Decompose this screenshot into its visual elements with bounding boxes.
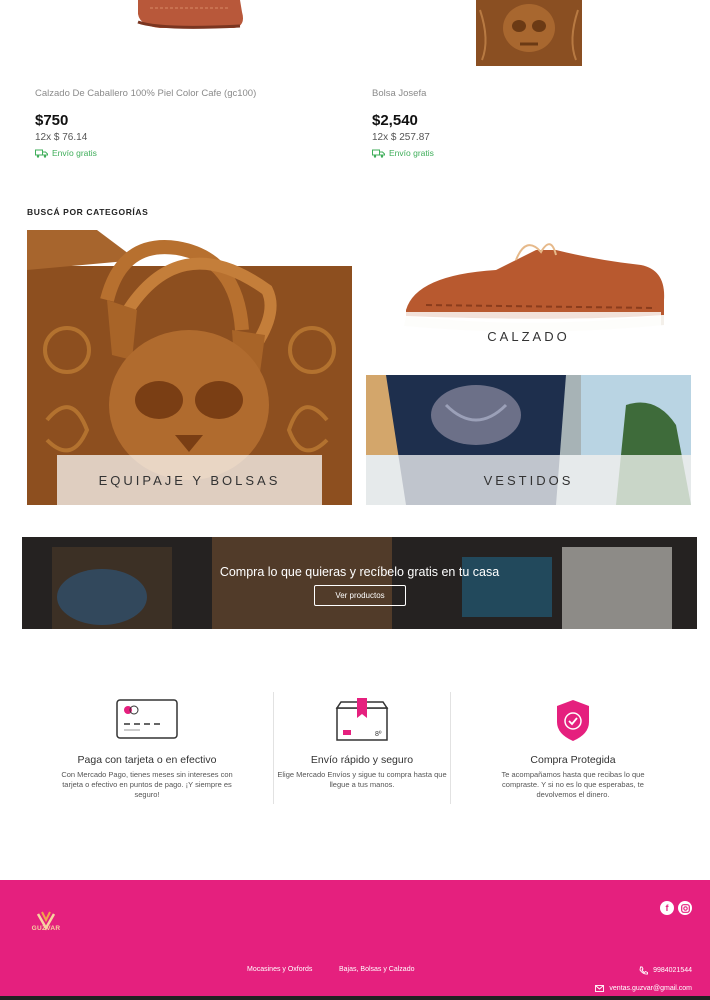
view-products-button[interactable]: Ver productos xyxy=(314,585,406,606)
category-card-equipaje-bolsas[interactable]: EQUIPAJE Y BOLSAS xyxy=(27,230,352,505)
free-shipping-badge: Envío gratis xyxy=(372,148,434,158)
promo-text: Compra lo que quieras y recíbelo gratis … xyxy=(219,565,500,579)
footer-email[interactable]: ventas.guzvar@gmail.com xyxy=(595,984,692,993)
benefit-protection: Compra Protegida Te acompañamos hasta qu… xyxy=(478,690,668,800)
benefit-description: Elige Mercado Envíos y sigue tu compra h… xyxy=(277,770,447,789)
product-strip: Calzado De Caballero 100% Piel Color Caf… xyxy=(0,0,710,190)
footer-link-bolsas-calzado[interactable]: Bajas, Bolsas y Calzado xyxy=(339,966,414,973)
guzvar-logo[interactable] xyxy=(28,908,64,938)
benefit-title: Paga con tarjeta o en efectivo xyxy=(77,754,217,766)
product-card[interactable]: Bolsa Josefa $2,540 12x $ 257.87 Envío g… xyxy=(372,0,672,170)
category-label: EQUIPAJE Y BOLSAS xyxy=(98,472,281,488)
footer-link-mocasines[interactable]: Mocasines y Oxfords xyxy=(247,966,312,973)
instagram-icon[interactable] xyxy=(678,901,692,915)
category-label: VESTIDOS xyxy=(483,472,574,488)
category-label-band: CALZADO xyxy=(396,312,661,360)
free-shipping-badge: Envío gratis xyxy=(35,148,97,158)
benefit-description: Te acompañamos hasta que recibas lo que … xyxy=(501,770,645,799)
category-card-vestidos[interactable]: VESTIDOS xyxy=(366,375,691,505)
footer-bottom-border xyxy=(0,996,710,1000)
benefit-description: Con Mercado Pago, tienes meses sin inter… xyxy=(61,770,233,799)
email-address: ventas.guzvar@gmail.com xyxy=(609,985,692,992)
shipping-label: Envío gratis xyxy=(389,148,434,158)
category-label: CALZADO xyxy=(487,328,570,344)
shield-check-icon xyxy=(557,700,589,741)
product-card[interactable]: Calzado De Caballero 100% Piel Color Caf… xyxy=(35,0,335,170)
mail-icon xyxy=(595,985,605,992)
promo-banner: Compra lo que quieras y recíbelo gratis … xyxy=(22,537,697,629)
product-name[interactable]: Bolsa Josefa xyxy=(372,88,426,99)
truck-icon xyxy=(372,149,385,158)
benefit-title: Compra Protegida xyxy=(530,754,616,766)
benefit-divider xyxy=(450,692,451,804)
benefit-shipping: 8º Envío rápido y seguro Elige Mercado E… xyxy=(267,690,457,790)
promo-background-image xyxy=(22,537,697,629)
product-image-bag[interactable] xyxy=(470,0,588,68)
benefit-payment: Paga con tarjeta o en efectivo Con Merca… xyxy=(52,690,242,800)
facebook-icon[interactable]: f xyxy=(660,901,674,915)
product-installments: 12x $ 257.87 xyxy=(372,132,430,143)
credit-card-icon xyxy=(116,699,178,739)
product-price: $750 xyxy=(35,112,69,129)
truck-icon xyxy=(35,149,48,158)
category-label-band: EQUIPAJE Y BOLSAS xyxy=(57,455,322,505)
phone-icon xyxy=(639,966,649,975)
benefit-divider xyxy=(273,692,274,804)
benefits-section: Paga con tarjeta o en efectivo Con Merca… xyxy=(0,690,710,805)
package-icon: 8º xyxy=(335,698,389,741)
footer-phone[interactable]: 9984021544 xyxy=(639,966,692,975)
product-image-shoe[interactable] xyxy=(130,0,260,32)
footer xyxy=(0,880,710,1000)
shipping-label: Envío gratis xyxy=(52,148,97,158)
product-installments: 12x $ 76.14 xyxy=(35,132,88,143)
product-name[interactable]: Calzado De Caballero 100% Piel Color Caf… xyxy=(35,88,256,99)
product-price: $2,540 xyxy=(372,112,418,129)
phone-number: 9984021544 xyxy=(653,967,692,974)
logo-text: GUZVAR xyxy=(31,925,61,932)
benefit-title: Envío rápido y seguro xyxy=(310,754,414,766)
category-label-band: VESTIDOS xyxy=(366,455,691,505)
svg-text:8º: 8º xyxy=(375,731,382,738)
category-card-calzado[interactable]: CALZADO xyxy=(366,230,691,360)
categories-heading: BUSCÁ POR CATEGORÍAS xyxy=(27,207,149,217)
